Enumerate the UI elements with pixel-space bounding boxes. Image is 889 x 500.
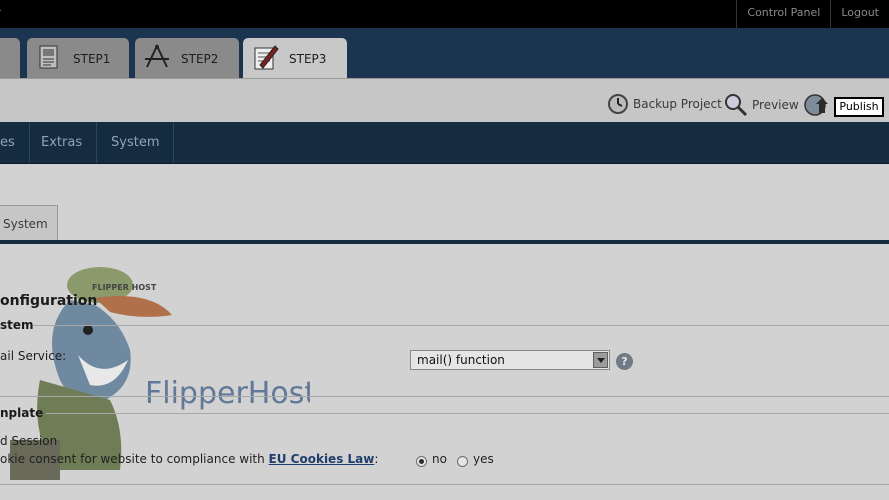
eu-cookies-law-link[interactable]: EU Cookies Law [269, 452, 375, 466]
tab-step3-label: STEP3 [289, 52, 327, 66]
menu-item-system[interactable]: System [97, 122, 175, 163]
globe-upload-icon [804, 94, 828, 116]
tab-step-partial[interactable] [0, 38, 20, 78]
help-icon[interactable]: ? [616, 353, 633, 370]
tab-step1-label: STEP1 [73, 52, 111, 66]
document-icon [39, 45, 58, 69]
logout-link[interactable]: Logout [830, 0, 889, 28]
backup-project-button[interactable]: Backup Project [607, 93, 722, 115]
menu-item-partial[interactable]: es [0, 122, 30, 163]
mail-service-label: ail Service: [0, 349, 67, 363]
backup-project-label: Backup Project [633, 97, 722, 111]
cookie-radio-yes[interactable] [457, 456, 468, 467]
preview-button[interactable]: Preview [724, 93, 799, 117]
subtab-underline [0, 240, 889, 244]
magnifier-icon [725, 94, 748, 117]
section-system-title: stem [0, 318, 34, 332]
bottom-rule [0, 484, 889, 485]
cookie-radio-yes-label: yes [473, 452, 494, 466]
pencil-notepad-icon [254, 45, 279, 70]
menu-item-extras[interactable]: Extras [27, 122, 98, 163]
cap-text: FLIPPER HOST [92, 283, 157, 292]
publish-globe[interactable] [804, 93, 834, 117]
section-template-rule [46, 413, 889, 414]
steps-bar: STEP1 STEP2 STEP3 [0, 28, 889, 80]
tab-step1[interactable]: STEP1 [27, 38, 129, 78]
tab-step3[interactable]: STEP3 [243, 38, 347, 80]
preview-label: Preview [752, 98, 799, 112]
session-label: d Session [0, 434, 58, 448]
brand-fragment: r [0, 6, 1, 20]
watermark-text: FlipperHost [145, 376, 310, 411]
tab-step2[interactable]: STEP2 [135, 38, 239, 78]
cookie-radio-no[interactable] [416, 456, 427, 467]
clock-icon [608, 94, 628, 114]
drafting-tools-icon [145, 43, 169, 68]
top-links: Control Panel Logout [736, 0, 889, 28]
publish-button[interactable]: Publish [834, 97, 884, 117]
main-menu: es Extras System [0, 122, 889, 164]
subtab-system[interactable]: System [0, 205, 58, 240]
top-bar: r Control Panel Logout [0, 0, 889, 28]
control-panel-link[interactable]: Control Panel [736, 0, 830, 28]
dropdown-arrow-icon[interactable] [593, 352, 608, 368]
section-template-title: nplate [0, 406, 44, 420]
cookie-consent-label: okie consent for website to compliance w… [0, 452, 379, 466]
configuration-heading: onfiguration [0, 293, 98, 309]
mail-service-select[interactable]: mail() function [410, 350, 610, 370]
section-system-rule [33, 325, 889, 326]
action-toolbar: Backup Project Preview [0, 78, 889, 123]
tab-step2-label: STEP2 [181, 52, 219, 66]
mail-service-value: mail() function [417, 353, 505, 367]
cookie-radio-no-label: no [432, 452, 447, 466]
divider-rule [0, 396, 889, 397]
